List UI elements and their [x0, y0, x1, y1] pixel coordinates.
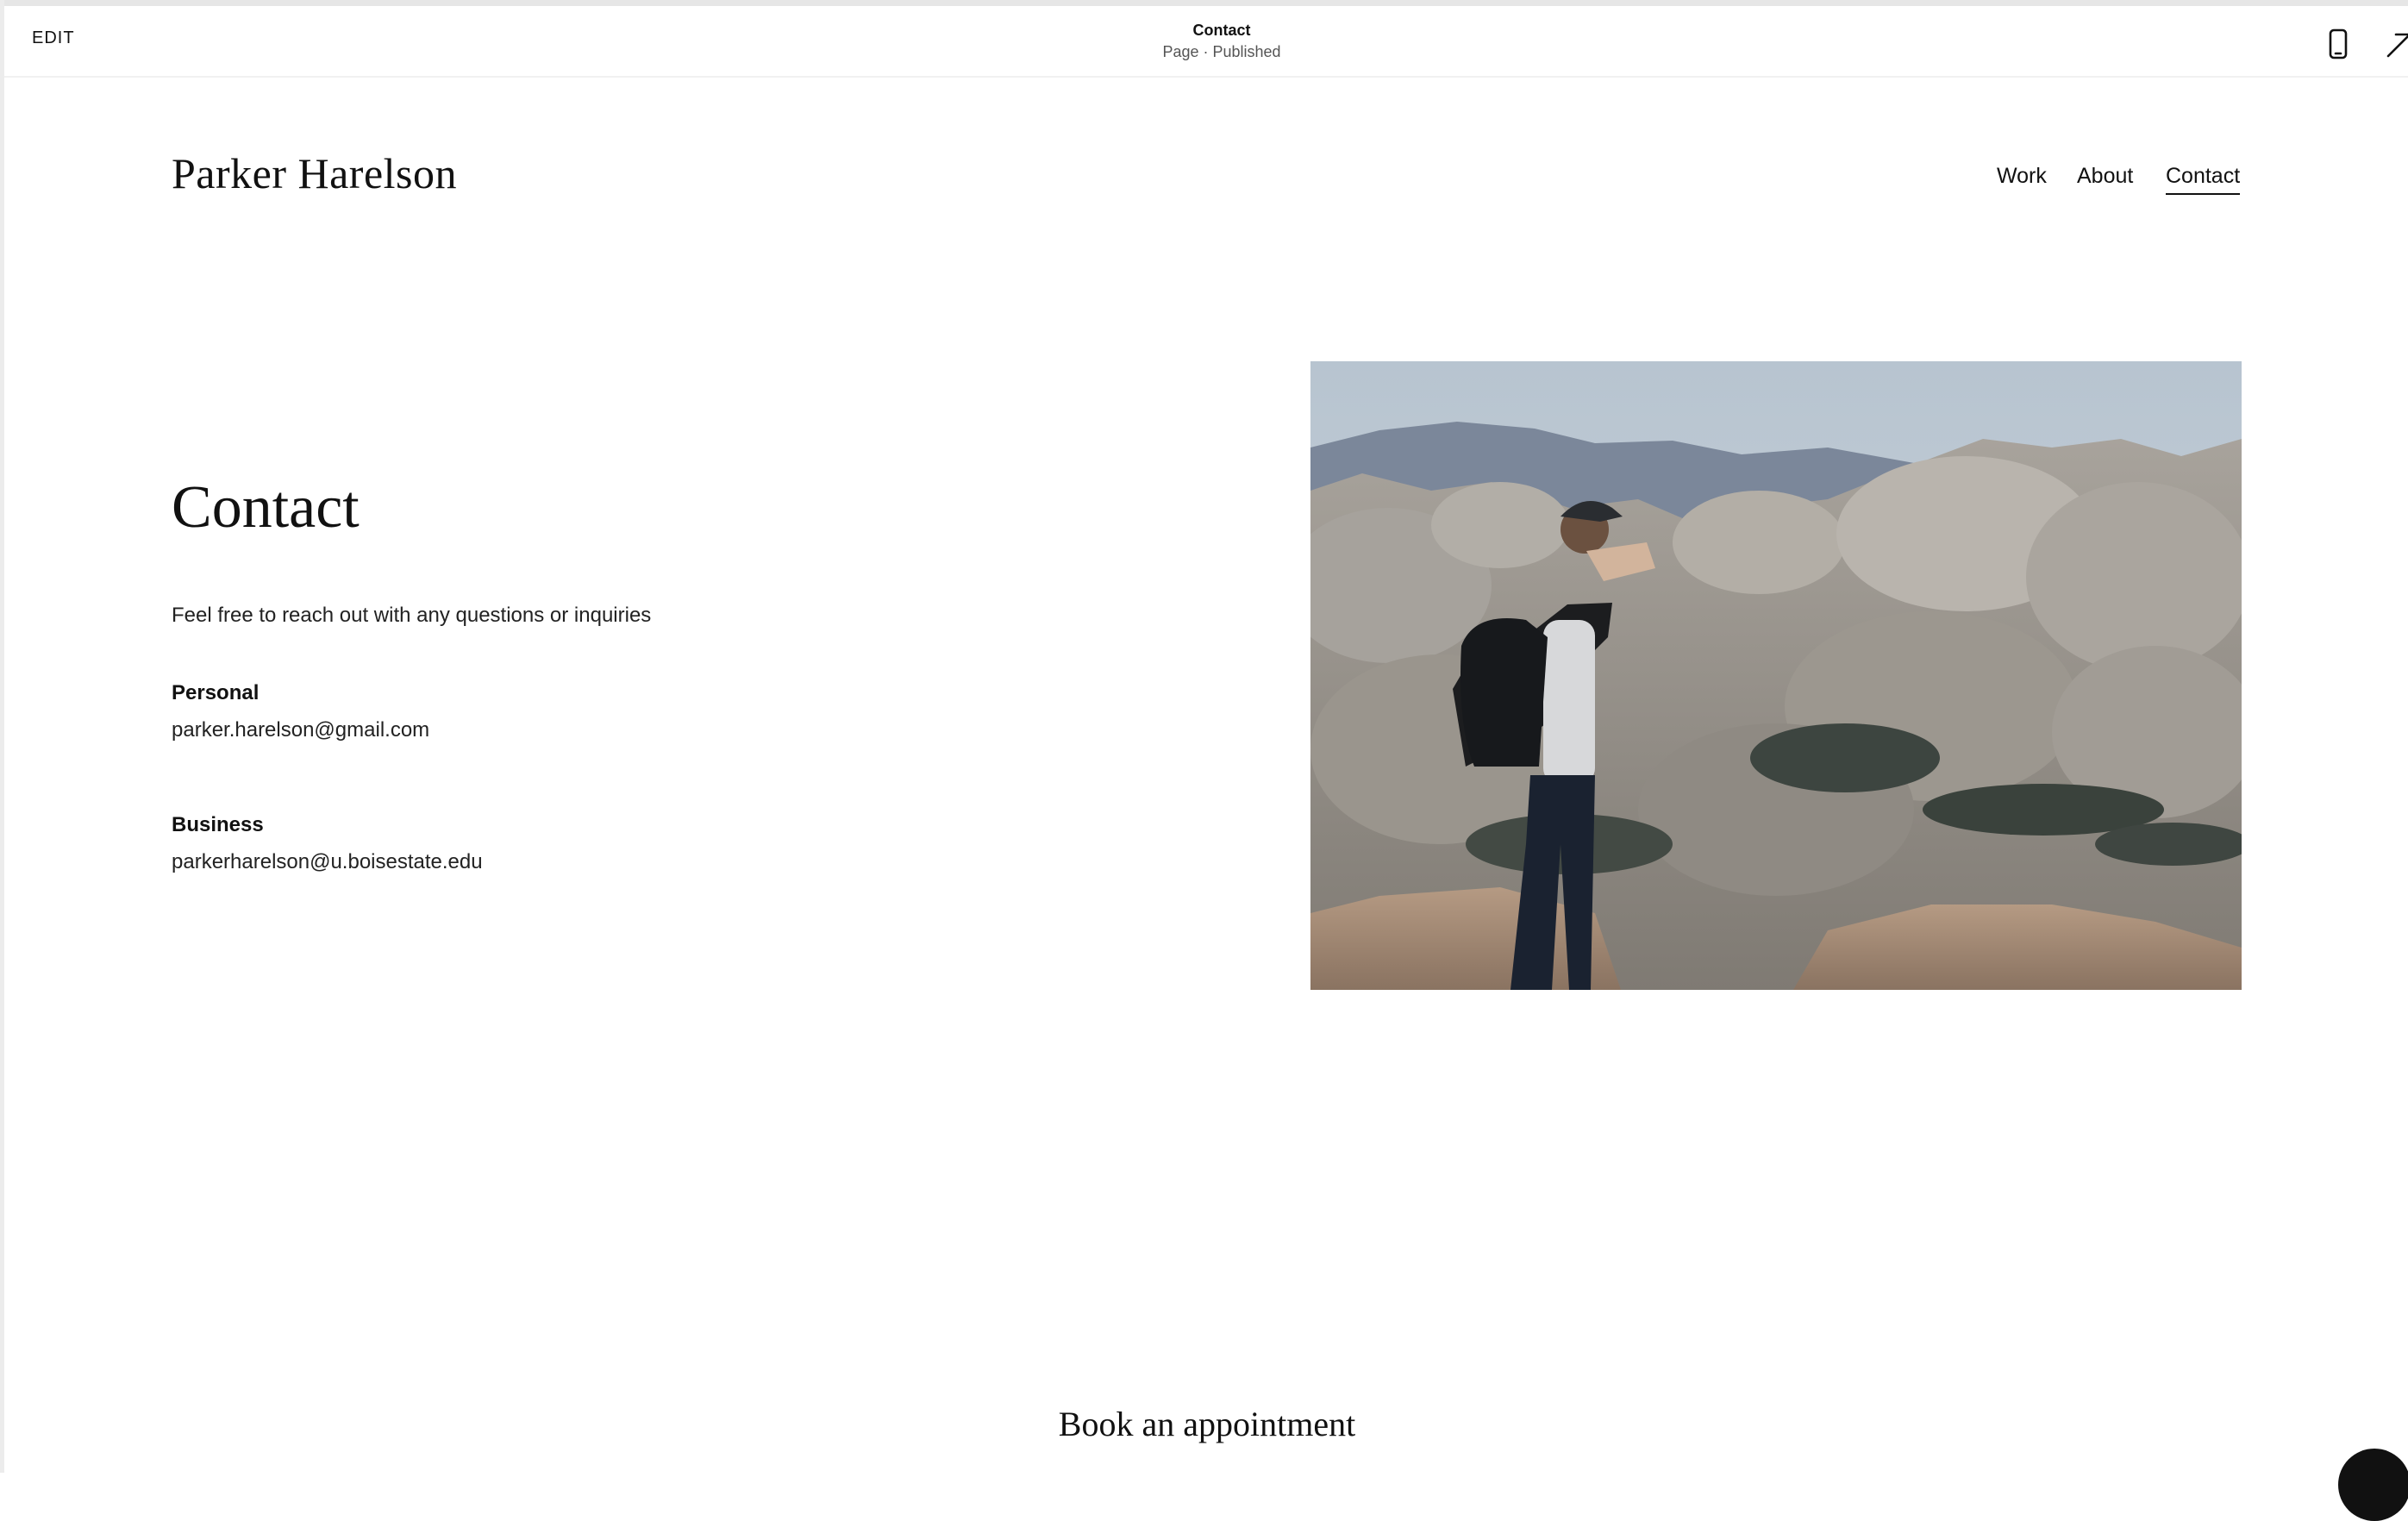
- nav-item-contact[interactable]: Contact: [2166, 164, 2241, 195]
- personal-label: Personal: [172, 681, 260, 704]
- left-edge-strip: [0, 0, 4, 1473]
- page-status-title: Contact: [1192, 22, 1251, 39]
- chat-button[interactable]: [2338, 1449, 2408, 1521]
- book-appointment-heading: Book an appointment: [1058, 1405, 1356, 1443]
- mobile-preview-icon[interactable]: [2327, 28, 2349, 61]
- nav-item-work[interactable]: Work: [1997, 164, 2047, 189]
- contact-photo: [1310, 361, 2242, 990]
- exit-arrow-icon[interactable]: [2386, 32, 2408, 59]
- business-label: Business: [172, 813, 264, 836]
- page-status-subtitle: Page · Published: [1162, 43, 1281, 60]
- intro-text: Feel free to reach out with any question…: [172, 604, 652, 627]
- edit-button[interactable]: EDIT: [32, 28, 75, 48]
- business-email-link[interactable]: parkerharelson@u.boisestate.edu: [172, 850, 483, 874]
- site-title[interactable]: Parker Harelson: [172, 148, 457, 198]
- personal-email-link[interactable]: parker.harelson@gmail.com: [172, 718, 429, 742]
- main-navigation: Work About Contact: [1974, 164, 2242, 202]
- browser-top-strip: [0, 0, 2408, 6]
- editor-toolbar: EDIT Contact Page · Published: [4, 6, 2408, 78]
- nav-item-about[interactable]: About: [2077, 164, 2133, 189]
- page-heading: Contact: [172, 474, 360, 541]
- page-status-block: Contact Page · Published: [1049, 20, 1394, 63]
